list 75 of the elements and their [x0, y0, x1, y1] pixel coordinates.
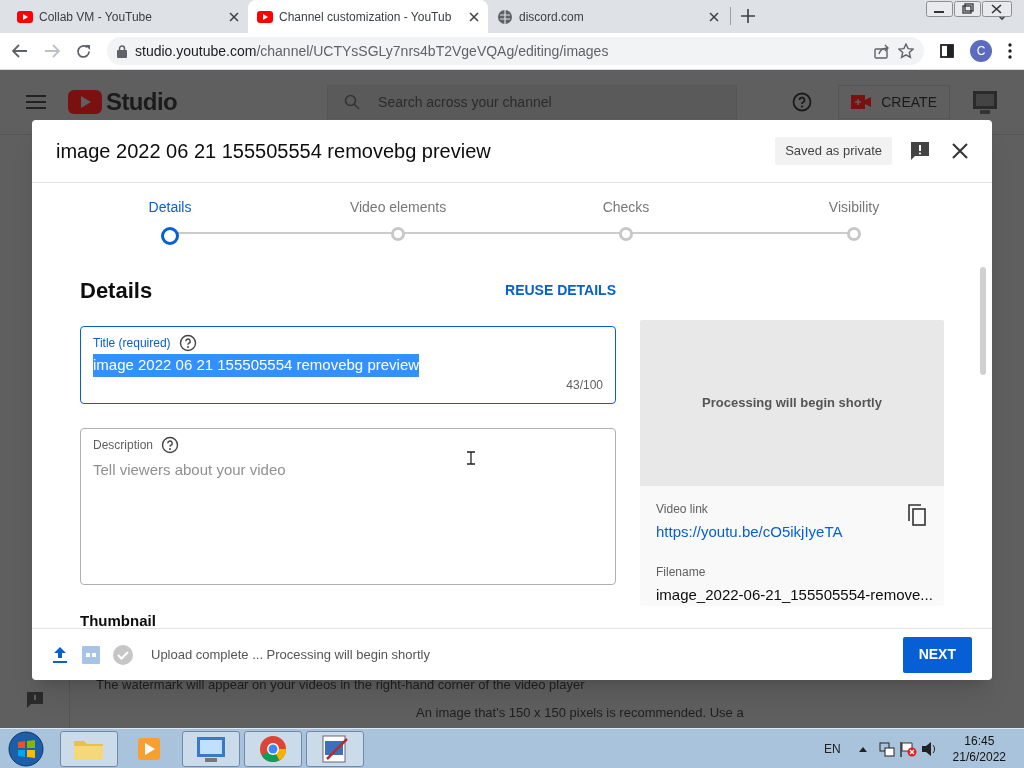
- upload-status-text: Upload complete ... Processing will begin shortly: [151, 645, 430, 664]
- more-icon[interactable]: [1008, 43, 1012, 59]
- video-camera-icon: [851, 95, 872, 109]
- step-label[interactable]: Video elements: [349, 197, 447, 218]
- background-text: An image that's 150 x 150 pixels is recommended. Use a: [416, 704, 744, 722]
- studio-logo-text: Studio: [106, 87, 178, 117]
- taskbar-button[interactable]: [244, 730, 302, 767]
- window-controls-icon[interactable]: [926, 1, 1012, 17]
- new-tab-icon[interactable]: [741, 9, 755, 23]
- section-heading: Details: [80, 277, 153, 305]
- globe-icon: [497, 8, 513, 25]
- step-label[interactable]: Checks: [602, 197, 650, 218]
- sidebar-icon[interactable]: [940, 44, 954, 58]
- address-bar[interactable]: studio.youtube.com/channel/UCTYsSGLy7nrs4bT2VgeVQAg/editing/images: [107, 37, 924, 65]
- hd-icon: [82, 645, 100, 664]
- help-icon[interactable]: [178, 334, 197, 352]
- copy-icon[interactable]: [908, 504, 926, 526]
- step-label[interactable]: Details: [148, 197, 192, 218]
- reload-icon[interactable]: [76, 43, 91, 59]
- background-text: The watermark will appear on your videos in the right-hand corner of the video player: [96, 676, 585, 694]
- url-text: studio.youtube.com/channel/UCTYsSGLy7nrs4bT2VgeVQAg/editing/images: [135, 41, 609, 61]
- field-label: Filename: [656, 563, 707, 581]
- scrollbar-thumb[interactable]: [980, 267, 986, 375]
- upload-icon: [52, 645, 68, 664]
- youtube-icon: [257, 10, 273, 23]
- character-counter: 43/100: [566, 376, 603, 394]
- feedback-icon[interactable]: [910, 141, 930, 161]
- clock-date: 21/6/2022: [952, 748, 1006, 765]
- step-label[interactable]: Visibility: [828, 197, 880, 218]
- field-label: Video link: [656, 501, 708, 518]
- dialog-title: image 2022 06 21 155505554 removebg preview: [56, 139, 491, 164]
- close-icon[interactable]: [229, 11, 239, 22]
- text-cursor-icon: [467, 451, 475, 465]
- status-badge: Saved as private: [775, 137, 892, 165]
- speaker-icon[interactable]: [920, 740, 937, 757]
- processing-message: Processing will begin shortly: [702, 394, 882, 413]
- reuse-details-link[interactable]: REUSE DETAILS: [505, 280, 616, 301]
- tab-title: Channel customization - YouTub: [279, 8, 452, 26]
- start-button-icon[interactable]: [6, 729, 46, 768]
- description-field[interactable]: Description Tell viewers about your video: [80, 427, 616, 585]
- video-link[interactable]: https://youtu.be/cO5ikjIyeTA: [656, 521, 843, 544]
- close-icon[interactable]: [469, 11, 479, 22]
- field-label: Title (required): [93, 335, 171, 352]
- taskbar-button[interactable]: [182, 730, 240, 767]
- tab-title: discord.com: [519, 8, 584, 26]
- section-heading: Thumbnail: [80, 613, 157, 628]
- browser-tab[interactable]: discord.com: [488, 0, 728, 33]
- description-placeholder: Tell viewers about your video: [93, 459, 287, 480]
- tab-title: Collab VM - YouTube: [39, 8, 152, 26]
- tray-arrow-icon[interactable]: [858, 745, 867, 752]
- title-value: image 2022 06 21 155505554 removebg preview: [93, 354, 420, 377]
- language-indicator[interactable]: EN: [823, 739, 841, 758]
- search-icon: [344, 94, 361, 110]
- help-icon[interactable]: [161, 435, 180, 454]
- next-button[interactable]: NEXT: [902, 636, 972, 673]
- youtube-icon: [17, 10, 33, 23]
- title-input-field[interactable]: Title (required) image 2022 06 21 155505554 removebg preview 43/100: [80, 326, 616, 404]
- clock-time: 16:45: [964, 732, 995, 749]
- star-icon[interactable]: [898, 43, 914, 59]
- share-icon[interactable]: [874, 43, 890, 59]
- check-circle-icon: [113, 644, 133, 665]
- network-icon[interactable]: [878, 740, 895, 757]
- browser-tab[interactable]: Collab VM - YouTube: [8, 0, 248, 33]
- studio-logo-icon: [68, 90, 102, 114]
- close-icon[interactable]: [952, 143, 968, 159]
- back-icon[interactable]: [12, 44, 28, 58]
- flag-error-icon[interactable]: [898, 740, 917, 757]
- profile-avatar[interactable]: C: [970, 40, 992, 62]
- menu-icon[interactable]: [26, 95, 46, 109]
- browser-tab[interactable]: Channel customization - YouTub: [248, 0, 488, 33]
- lock-icon: [117, 44, 127, 58]
- field-label: Description: [93, 436, 154, 454]
- close-icon[interactable]: [709, 11, 719, 22]
- clock[interactable]: 16:45 21/6/2022: [952, 732, 1006, 765]
- taskbar-button[interactable]: [306, 730, 364, 767]
